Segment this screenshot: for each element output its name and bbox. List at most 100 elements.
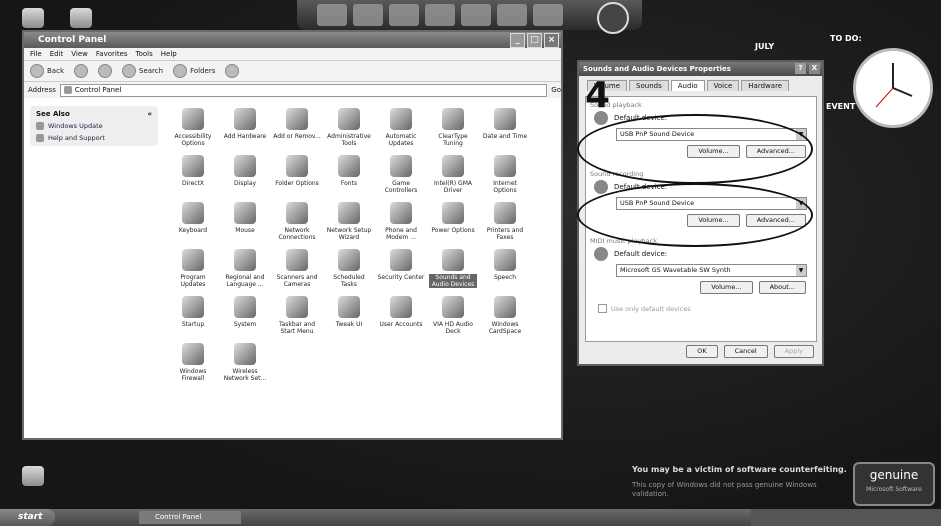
maximize-button[interactable]: □: [527, 33, 542, 48]
counterfeit-warning: You may be a victim of software counterf…: [632, 465, 847, 474]
cp-item-taskbar-start[interactable]: Taskbar and Start Menu: [273, 296, 321, 335]
tab-voice[interactable]: Voice: [706, 80, 740, 91]
cp-item-power-options[interactable]: Power Options: [429, 202, 477, 241]
cp-item-cardspace[interactable]: Windows CardSpace: [481, 296, 529, 335]
forward-button[interactable]: [74, 64, 88, 78]
dock-item[interactable]: [461, 4, 491, 26]
dock-item[interactable]: [389, 4, 419, 26]
cp-item-accessibility[interactable]: Accessibility Options: [169, 108, 217, 147]
cp-item-scanners-cameras[interactable]: Scanners and Cameras: [273, 249, 321, 288]
cp-item-phone-modem[interactable]: Phone and Modem ...: [377, 202, 425, 241]
menu-edit[interactable]: Edit: [50, 48, 64, 60]
apply-button[interactable]: Apply: [773, 345, 814, 358]
cp-item-intel-gma[interactable]: Intel(R) GMA Driver: [429, 155, 477, 194]
cp-item-admin-tools[interactable]: Administrative Tools: [325, 108, 373, 147]
up-button[interactable]: [98, 64, 112, 78]
menu-favorites[interactable]: Favorites: [96, 48, 128, 60]
cp-item-internet-options[interactable]: Internet Options: [481, 155, 529, 194]
cp-item-fonts[interactable]: Fonts: [325, 155, 373, 194]
cp-item-security-center[interactable]: Security Center: [377, 249, 425, 288]
dock-item[interactable]: [425, 4, 455, 26]
cp-item-tweak-ui[interactable]: Tweak UI: [325, 296, 373, 335]
cp-item-auto-updates[interactable]: Automatic Updates: [377, 108, 425, 147]
tab-sounds[interactable]: Sounds: [629, 80, 669, 91]
desktop-icon-recycle[interactable]: [70, 8, 92, 28]
cp-item-cleartype[interactable]: ClearType Tuning: [429, 108, 477, 147]
dock-item[interactable]: [533, 4, 563, 26]
windows-update-icon: [36, 122, 44, 130]
cp-item-speech[interactable]: Speech: [481, 249, 529, 288]
cp-item-network-setup[interactable]: Network Setup Wizard: [325, 202, 373, 241]
cp-item-directx[interactable]: DirectX: [169, 155, 217, 194]
cp-item-program-updates[interactable]: Program Updates: [169, 249, 217, 288]
desktop-icon-games[interactable]: [22, 466, 44, 486]
default-only-row[interactable]: Use only default devices: [598, 304, 816, 313]
hardware-icon: [234, 108, 256, 130]
midi-volume-button[interactable]: Volume...: [700, 281, 753, 294]
cp-item-add-remove[interactable]: Add or Remov...: [273, 108, 321, 147]
cp-item-startup[interactable]: Startup: [169, 296, 217, 335]
tab-hardware[interactable]: Hardware: [741, 80, 790, 91]
toolbar: Back Search Folders: [24, 60, 561, 82]
cp-item-label: Phone and Modem ...: [385, 227, 417, 241]
keyboard-icon: [182, 202, 204, 224]
midi-device-select[interactable]: Microsoft GS Wavetable SW Synth ▼: [616, 264, 807, 277]
cp-item-wireless-setup[interactable]: Wireless Network Set...: [221, 343, 269, 382]
help-button[interactable]: ?: [795, 63, 806, 74]
cp-item-firewall[interactable]: Windows Firewall: [169, 343, 217, 382]
close-button[interactable]: ×: [544, 33, 559, 48]
events-label: EVENT: [826, 102, 856, 111]
dock-item[interactable]: [353, 4, 383, 26]
menu-view[interactable]: View: [71, 48, 88, 60]
menu-file[interactable]: File: [30, 48, 42, 60]
views-button[interactable]: [225, 64, 240, 78]
cancel-button[interactable]: Cancel: [723, 345, 768, 358]
directx-icon: [182, 155, 204, 177]
audio-deck-icon: [442, 296, 464, 318]
control-panel-titlebar[interactable]: Control Panel _ □ ×: [24, 32, 561, 48]
cp-item-add-hardware[interactable]: Add Hardware: [221, 108, 269, 147]
menu-bar: File Edit View Favorites Tools Help: [24, 48, 561, 60]
cp-item-scheduled-tasks[interactable]: Scheduled Tasks: [325, 249, 373, 288]
cp-item-regional-language[interactable]: Regional and Language ...: [221, 249, 269, 288]
cp-item-display[interactable]: Display: [221, 155, 269, 194]
folders-button[interactable]: Folders: [173, 64, 215, 78]
fonts-icon: [338, 155, 360, 177]
cp-item-via-audio[interactable]: VIA HD Audio Deck: [429, 296, 477, 335]
menu-tools[interactable]: Tools: [136, 48, 153, 60]
cp-item-keyboard[interactable]: Keyboard: [169, 202, 217, 241]
dialog-titlebar[interactable]: Sounds and Audio Devices Properties ? X: [579, 62, 822, 76]
ok-button[interactable]: OK: [686, 345, 718, 358]
dock-item[interactable]: [317, 4, 347, 26]
menu-help[interactable]: Help: [161, 48, 177, 60]
taskbar-button-control-panel[interactable]: Control Panel: [139, 511, 241, 524]
cp-item-sounds-audio[interactable]: Sounds and Audio Devices: [429, 249, 477, 288]
link-help-support[interactable]: Help and Support: [36, 134, 152, 142]
dock-item[interactable]: [497, 4, 527, 26]
midi-about-button[interactable]: About...: [758, 281, 806, 294]
collapse-icon[interactable]: «: [147, 110, 152, 118]
link-windows-update[interactable]: Windows Update: [36, 122, 152, 130]
cp-item-date-time[interactable]: Date and Time: [481, 108, 529, 147]
cp-item-label: System: [233, 321, 257, 328]
cp-item-system[interactable]: System: [221, 296, 269, 335]
cp-item-game-controllers[interactable]: Game Controllers: [377, 155, 425, 194]
minimize-button[interactable]: _: [510, 33, 525, 48]
search-button[interactable]: Search: [122, 64, 163, 78]
cp-item-label: Game Controllers: [384, 180, 418, 194]
address-field[interactable]: Control Panel: [59, 83, 548, 97]
cp-item-network-connections[interactable]: Network Connections: [273, 202, 321, 241]
cp-item-printers-faxes[interactable]: Printers and Faxes: [481, 202, 529, 241]
dialog-close-button[interactable]: X: [809, 63, 820, 74]
cp-item-user-accounts[interactable]: User Accounts: [377, 296, 425, 335]
desktop-icon-my-computer[interactable]: [22, 8, 44, 28]
cp-item-folder-options[interactable]: Folder Options: [273, 155, 321, 194]
genuine-badge[interactable]: genuine Microsoft Software: [853, 462, 935, 506]
tab-audio[interactable]: Audio: [670, 80, 705, 91]
back-button[interactable]: Back: [30, 64, 64, 78]
start-button[interactable]: start: [0, 509, 55, 526]
cp-item-mouse[interactable]: Mouse: [221, 202, 269, 241]
go-button[interactable]: Go: [551, 86, 561, 94]
default-only-checkbox[interactable]: [598, 304, 607, 313]
dock-clock-icon[interactable]: [597, 2, 629, 34]
